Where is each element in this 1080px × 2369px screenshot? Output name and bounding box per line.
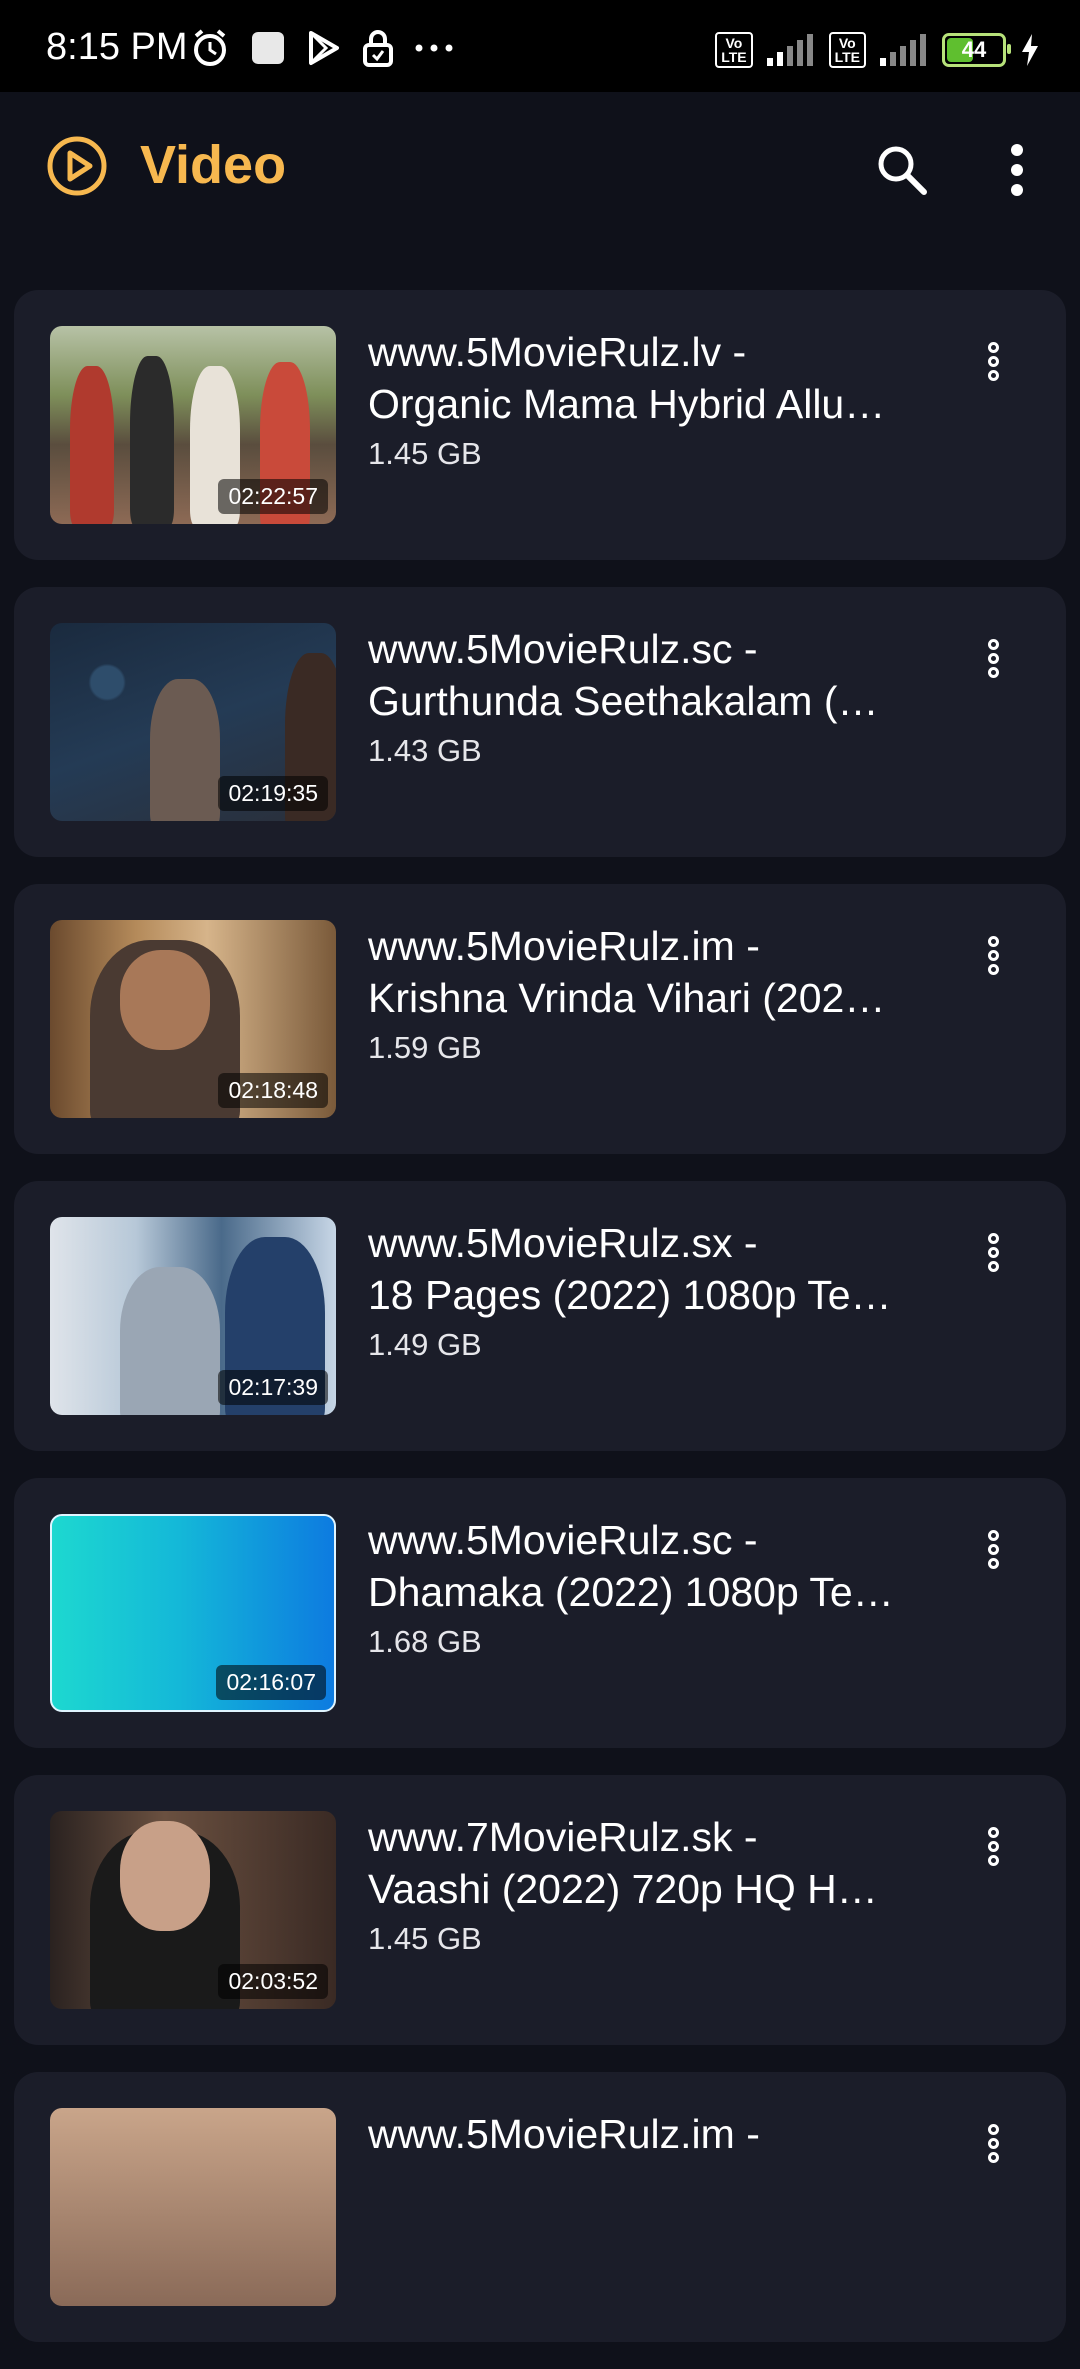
video-thumbnail[interactable]: 02:22:57 xyxy=(50,326,336,524)
app-bar: Video xyxy=(0,92,1080,242)
status-notification-icons xyxy=(190,26,454,70)
video-thumbnail[interactable]: 02:18:48 xyxy=(50,920,336,1118)
more-notifications-icon xyxy=(415,44,453,52)
video-duration: 02:18:48 xyxy=(218,1073,328,1108)
video-thumbnail[interactable]: 02:17:39 xyxy=(50,1217,336,1415)
video-size: 1.45 GB xyxy=(368,1921,482,1956)
video-thumbnail[interactable] xyxy=(50,2108,336,2306)
item-more-options-icon[interactable] xyxy=(980,1827,1006,1875)
video-item[interactable]: 02:03:52 www.7MovieRulz.sk - Vaashi (202… xyxy=(14,1775,1066,2045)
status-bar: 8:15 PM Vo LTE Vo LTE 44 xyxy=(0,0,1080,92)
video-item[interactable]: 02:16:07 www.5MovieRulz.sc - Dhamaka (20… xyxy=(14,1478,1066,1748)
video-title: www.5MovieRulz.sx - 18 Pages (2022) 1080… xyxy=(368,1220,892,1318)
video-duration: 02:16:07 xyxy=(216,1665,326,1700)
video-item[interactable]: www.5MovieRulz.im - xyxy=(14,2072,1066,2342)
battery-level: 44 xyxy=(961,37,987,62)
more-options-icon[interactable] xyxy=(1002,138,1032,202)
video-duration: 02:22:57 xyxy=(218,479,328,514)
video-list: 02:22:57 www.5MovieRulz.lv - Organic Mam… xyxy=(14,290,1066,2369)
video-item[interactable]: 02:17:39 www.5MovieRulz.sx - 18 Pages (2… xyxy=(14,1181,1066,1451)
volte-icon-2: Vo LTE xyxy=(828,32,866,68)
item-more-options-icon[interactable] xyxy=(980,1233,1006,1281)
item-more-options-icon[interactable] xyxy=(980,639,1006,687)
video-title: www.5MovieRulz.im - Krishna Vrinda Vihar… xyxy=(368,923,886,1021)
status-system-icons: Vo LTE Vo LTE 44 xyxy=(715,30,1040,70)
video-size: 1.45 GB xyxy=(368,436,482,471)
notification-square-icon xyxy=(252,32,284,64)
video-size: 1.59 GB xyxy=(368,1030,482,1065)
item-more-options-icon[interactable] xyxy=(980,342,1006,390)
video-title: www.5MovieRulz.sc - Gurthunda Seethakala… xyxy=(368,626,879,724)
page-title: Video xyxy=(140,135,287,195)
video-duration: 02:03:52 xyxy=(218,1964,328,1999)
signal-icon-2 xyxy=(880,34,926,66)
video-size: 1.49 GB xyxy=(368,1327,482,1362)
charging-icon xyxy=(1022,34,1038,66)
video-duration: 02:19:35 xyxy=(218,776,328,811)
video-item[interactable]: 02:18:48 www.5MovieRulz.im - Krishna Vri… xyxy=(14,884,1066,1154)
signal-icon xyxy=(766,34,813,66)
video-title: www.5MovieRulz.lv - Organic Mama Hybrid … xyxy=(368,329,886,427)
video-title: www.5MovieRulz.sc - Dhamaka (2022) 1080p… xyxy=(368,1517,894,1615)
item-more-options-icon[interactable] xyxy=(980,936,1006,984)
video-thumbnail[interactable]: 02:19:35 xyxy=(50,623,336,821)
item-more-options-icon[interactable] xyxy=(980,1530,1006,1578)
play-store-icon xyxy=(309,31,339,65)
alarm-icon xyxy=(194,29,226,66)
video-size: 1.43 GB xyxy=(368,733,482,768)
battery-icon: 44 xyxy=(942,33,1011,67)
video-item[interactable]: 02:19:35 www.5MovieRulz.sc - Gurthunda S… xyxy=(14,587,1066,857)
video-thumbnail[interactable]: 02:16:07 xyxy=(50,1514,336,1712)
search-icon[interactable] xyxy=(872,140,932,200)
video-item[interactable]: 02:22:57 www.5MovieRulz.lv - Organic Mam… xyxy=(14,290,1066,560)
video-title: www.7MovieRulz.sk - Vaashi (2022) 720p H… xyxy=(368,1814,878,1912)
video-thumbnail[interactable]: 02:03:52 xyxy=(50,1811,336,2009)
play-circle-icon xyxy=(47,136,107,196)
video-title: www.5MovieRulz.im - xyxy=(368,2111,760,2157)
video-size: 1.68 GB xyxy=(368,1624,482,1659)
item-more-options-icon[interactable] xyxy=(980,2124,1006,2172)
lock-icon xyxy=(363,30,393,67)
video-duration: 02:17:39 xyxy=(218,1370,328,1405)
volte-icon: Vo LTE xyxy=(715,32,753,68)
status-time: 8:15 PM xyxy=(46,26,188,68)
